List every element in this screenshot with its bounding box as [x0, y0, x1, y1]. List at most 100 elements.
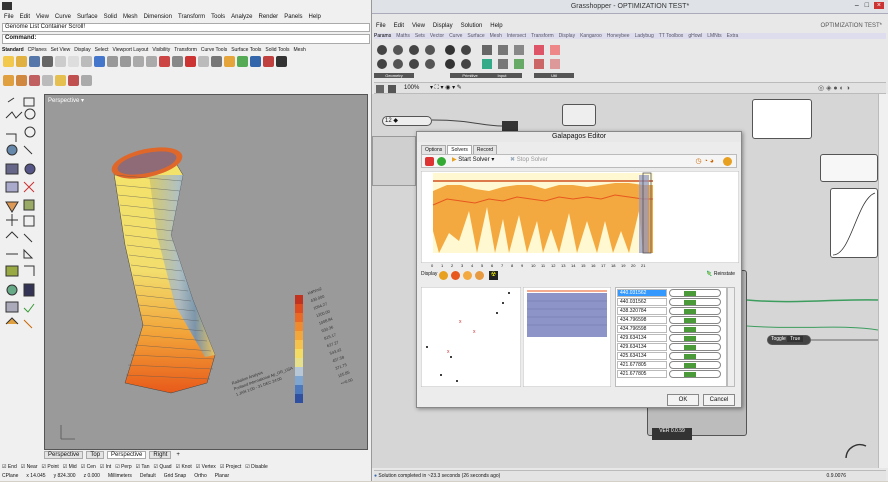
solution-list[interactable]: 440.031562 440.031562 438.320784 434.796598… [615, 287, 727, 387]
planar-icon[interactable] [42, 75, 53, 86]
gh-tab[interactable]: Transform [531, 33, 554, 39]
osnap-checkbox[interactable]: ☑ Cen [81, 464, 96, 470]
toolbar-tab[interactable]: Set View [51, 47, 71, 53]
toolbar-tab[interactable]: Standard [2, 47, 24, 53]
gh-tab[interactable]: Curve [449, 33, 462, 39]
osnap-checkbox[interactable]: ☑ Vertex [196, 464, 216, 470]
paste-icon[interactable] [81, 56, 92, 67]
solution-row[interactable]: 421.677805 [617, 370, 725, 379]
stop-solver-button[interactable]: ✖ Stop Solver [510, 156, 548, 163]
gh-tab[interactable]: LMNts [707, 33, 721, 39]
toolbar-tab[interactable]: Curve Tools [201, 47, 227, 53]
gh-menu-view[interactable]: View [412, 23, 425, 29]
solution-row[interactable]: 421.677805 [617, 361, 725, 370]
right-side-panel[interactable] [878, 94, 888, 468]
fitness-icon[interactable] [723, 157, 732, 166]
solution-scrollbar[interactable] [727, 287, 735, 387]
grid-icon[interactable] [159, 56, 170, 67]
osnap-checkbox[interactable]: ☑ Project [220, 464, 241, 470]
properties-icon[interactable] [185, 56, 196, 67]
print-icon[interactable] [42, 56, 53, 67]
rhino-menu-mesh[interactable]: Mesh [123, 14, 138, 20]
solution-row[interactable]: 438.320784 [617, 307, 725, 316]
rhino-menu-file[interactable]: File [4, 14, 14, 20]
close-icon[interactable]: × [873, 2, 884, 9]
toolbar-tab[interactable]: Transform [174, 47, 197, 53]
gh-tab[interactable]: Params [374, 33, 391, 39]
panel-left[interactable] [372, 136, 416, 186]
preview-mode-icons[interactable]: ◎ ◈ ● ◐ ◑ [818, 84, 850, 92]
rhino-menu-analyze[interactable]: Analyze [231, 14, 252, 20]
solution-slider[interactable] [669, 289, 721, 297]
undo-icon[interactable] [94, 56, 105, 67]
rhino-menu-dimension[interactable]: Dimension [144, 14, 172, 20]
galapagos-tab[interactable]: Options [421, 145, 447, 154]
solution-slider[interactable] [669, 334, 721, 342]
rhino-menu-view[interactable]: View [36, 14, 49, 20]
viewport-tab[interactable]: Perspective [44, 451, 84, 459]
cancel-button[interactable]: Cancel [703, 394, 735, 406]
gumball-icon[interactable] [16, 75, 27, 86]
gh-menu-solution[interactable]: Solution [461, 23, 483, 29]
minimize-icon[interactable]: – [855, 2, 859, 9]
solution-slider[interactable] [669, 370, 721, 378]
gh-tab[interactable]: Extra [727, 33, 739, 39]
number-slider[interactable]: 12 ◆ [382, 116, 432, 126]
solution-slider[interactable] [669, 325, 721, 333]
open-doc-icon[interactable] [376, 85, 384, 93]
zoom-dropdown-icon[interactable]: ▾ ⛶ ▾ ◉ ▾ ✎ [430, 84, 462, 92]
param-component[interactable] [820, 154, 878, 182]
osnap-checkbox[interactable]: ☑ Perp [115, 464, 131, 470]
cut-icon[interactable] [55, 56, 66, 67]
pan-icon[interactable] [107, 56, 118, 67]
gh-tab[interactable]: Honeybee [607, 33, 630, 39]
component-node[interactable] [562, 104, 596, 126]
gh-tab[interactable]: Maths [396, 33, 410, 39]
rhino-menu-render[interactable]: Render [259, 14, 279, 20]
osnap-checkbox[interactable]: ☑ Int [100, 464, 111, 470]
toolbar-tab[interactable]: Mesh [294, 47, 306, 53]
rhino-menu-solid[interactable]: Solid [104, 14, 117, 20]
rhino-menu-transform[interactable]: Transform [178, 14, 205, 20]
viewport-tab[interactable]: Right [149, 451, 172, 459]
solver-mode-icons[interactable]: ◷ ◔ ◕ [696, 157, 714, 165]
sphere-icon[interactable] [250, 56, 261, 67]
display-option-3-icon[interactable] [463, 271, 472, 280]
radiation-icon[interactable]: ☢ [489, 271, 498, 280]
light-icon[interactable] [224, 56, 235, 67]
display-option-4-icon[interactable] [475, 271, 484, 280]
maximize-icon[interactable]: □ [865, 2, 869, 9]
solution-row[interactable]: 425.634134 [617, 352, 725, 361]
osnap-checkbox[interactable]: ☑ Mid [63, 464, 77, 470]
open-icon[interactable] [16, 56, 27, 67]
save-doc-icon[interactable] [388, 85, 396, 93]
gh-tab[interactable]: TT Toolbox [659, 33, 684, 39]
gh-menu-edit[interactable]: Edit [394, 23, 404, 29]
perspective-viewport[interactable]: Perspective ▾ kWh/m2 430.000 1094.27 1200.0 [44, 94, 368, 450]
solution-row[interactable]: 429.634134 [617, 343, 725, 352]
rhino-menu-edit[interactable]: Edit [20, 14, 30, 20]
viewport-tab[interactable]: Top [86, 451, 105, 459]
gh-menu-display[interactable]: Display [433, 23, 453, 29]
rhino-menu-surface[interactable]: Surface [77, 14, 98, 20]
toolbar-tab[interactable]: Display [74, 47, 90, 53]
solution-slider[interactable] [669, 352, 721, 360]
osnap-checkbox[interactable]: ☑ Disable [245, 464, 268, 470]
render-icon[interactable] [211, 56, 222, 67]
rhino-menu-panels[interactable]: Panels [284, 14, 302, 20]
smarttrack-icon[interactable] [55, 75, 66, 86]
solution-row[interactable]: 434.796598 [617, 316, 725, 325]
toolbar-tab[interactable]: Select [95, 47, 109, 53]
boolean-toggle[interactable]: Toggle True [767, 335, 811, 345]
toolbar-tab[interactable]: Visibility [152, 47, 170, 53]
toolbar-tab[interactable]: Viewport Layout [113, 47, 149, 53]
gh-tab[interactable]: Mesh [490, 33, 502, 39]
shade-icon[interactable] [263, 56, 274, 67]
display-option-2-icon[interactable] [451, 271, 460, 280]
filter-icon[interactable] [68, 75, 79, 86]
save-icon[interactable] [29, 56, 40, 67]
osnap-checkbox[interactable]: ☑ Near [21, 464, 38, 470]
toolbar-tab[interactable]: Surface Tools [231, 47, 261, 53]
graph-panel[interactable] [752, 99, 812, 139]
new-file-icon[interactable] [3, 56, 14, 67]
